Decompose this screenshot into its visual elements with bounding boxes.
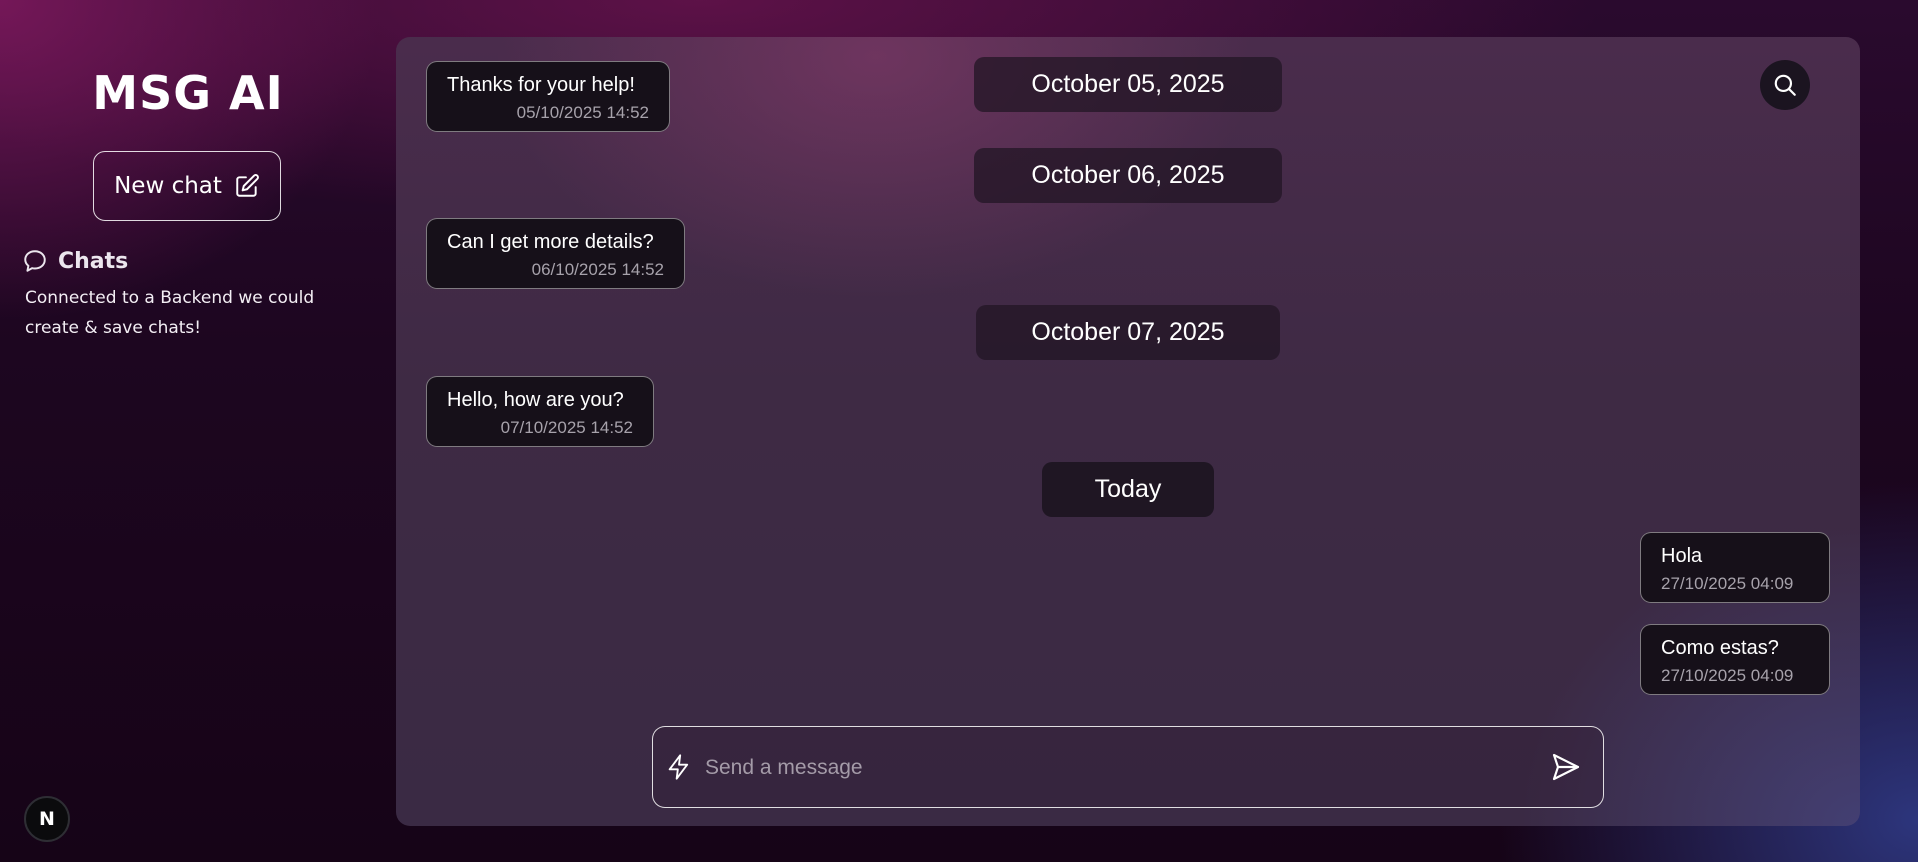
message-bubble: Thanks for your help! 05/10/2025 14:52 [426,61,670,132]
message-time: 27/10/2025 04:09 [1661,666,1794,685]
send-icon[interactable] [1550,751,1582,783]
message-text: Hello, how are you? [447,389,624,411]
message-time: 05/10/2025 14:52 [516,103,649,122]
message-time: 06/10/2025 14:52 [531,260,664,279]
message-text: Como estas? [1661,637,1779,659]
app-logo: MSG AI [92,66,284,120]
chats-title: Chats [58,248,129,274]
new-chat-label: New chat [114,173,222,199]
chat-panel: Thanks for your help! 05/10/2025 14:52 O… [396,37,1860,826]
new-chat-button[interactable]: New chat [93,151,281,221]
date-separator: October 07, 2025 [976,305,1280,360]
message-input[interactable] [703,747,1527,789]
message-time: 27/10/2025 04:09 [1661,574,1794,593]
date-separator: October 05, 2025 [974,57,1282,112]
message-text: Thanks for your help! [447,74,635,96]
message-bubble-sent: Hola 27/10/2025 04:09 [1640,532,1830,603]
search-button[interactable] [1760,60,1810,110]
search-icon [1774,74,1796,96]
date-separator: October 06, 2025 [974,148,1282,203]
sidebar: MSG AI New chat Chats Connected to a Bac… [0,0,376,862]
message-bubble-sent: Como estas? 27/10/2025 04:09 [1640,624,1830,695]
message-bubble: Hello, how are you? 07/10/2025 14:52 [426,376,654,447]
date-separator-today: Today [1042,462,1214,517]
message-composer [652,726,1604,808]
message-text: Hola [1661,545,1703,567]
edit-icon [236,174,259,197]
chats-section-header: Chats [22,248,128,274]
message-bubble: Can I get more details? 06/10/2025 14:52 [426,218,685,289]
framework-badge[interactable]: N [24,796,70,842]
bolt-icon[interactable] [665,753,693,781]
message-text: Can I get more details? [447,231,654,253]
chats-note: Connected to a Backend we could create &… [25,288,315,338]
message-time: 07/10/2025 14:52 [500,418,633,437]
chat-bubble-icon [24,250,46,272]
